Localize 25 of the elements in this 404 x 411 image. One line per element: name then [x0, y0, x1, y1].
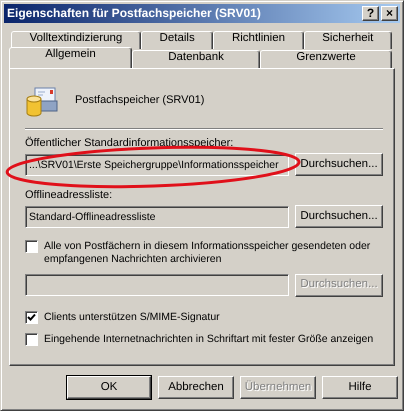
- help-button[interactable]: ?: [362, 6, 379, 21]
- window-title: Eigenschaften für Postfachspeicher (SRV01): [7, 6, 262, 21]
- checkbox[interactable]: [25, 332, 38, 346]
- browse-button[interactable]: Durchsuchen...: [295, 205, 383, 228]
- dialog-button[interactable]: Abbrechen: [158, 376, 234, 399]
- dialog-button[interactable]: Hilfe: [322, 376, 398, 399]
- text-field[interactable]: ...\SRV01\Erste Speichergruppe\Informationsspeicher: [25, 154, 289, 176]
- close-button[interactable]: ×: [381, 6, 398, 21]
- text-field[interactable]: Standard-Offlineadressliste: [25, 206, 289, 228]
- field-label: Offlineadressliste:: [25, 189, 112, 202]
- tab[interactable]: Datenbank: [132, 50, 260, 68]
- tab[interactable]: Allgemein: [9, 47, 132, 68]
- tab[interactable]: Richtlinien: [213, 31, 304, 49]
- tab[interactable]: Volltextindizierung: [11, 31, 141, 49]
- browse-button[interactable]: Durchsuchen...: [295, 153, 383, 176]
- dialog-button[interactable]: OK: [67, 376, 151, 399]
- field-label: Öffentlicher Standardinformationsspeicher:: [25, 137, 234, 150]
- store-name: Postfachspeicher (SRV01): [75, 94, 204, 108]
- tab[interactable]: Sicherheit: [304, 31, 392, 49]
- tab[interactable]: Details: [140, 31, 214, 49]
- tab[interactable]: Grenzwerte: [260, 50, 392, 68]
- checkbox[interactable]: [25, 310, 38, 324]
- checkbox-label: Alle von Postfächern in diesem Informationsspeicher gesendeten oder empfangenen Nachrichten archivieren: [44, 240, 372, 266]
- checkbox-label: Clients unterstützen S/MIME-Signatur: [44, 310, 220, 324]
- checkbox-label: Eingehende Internetnachrichten in Schriftart mit fester Größe anzeigen: [44, 332, 374, 346]
